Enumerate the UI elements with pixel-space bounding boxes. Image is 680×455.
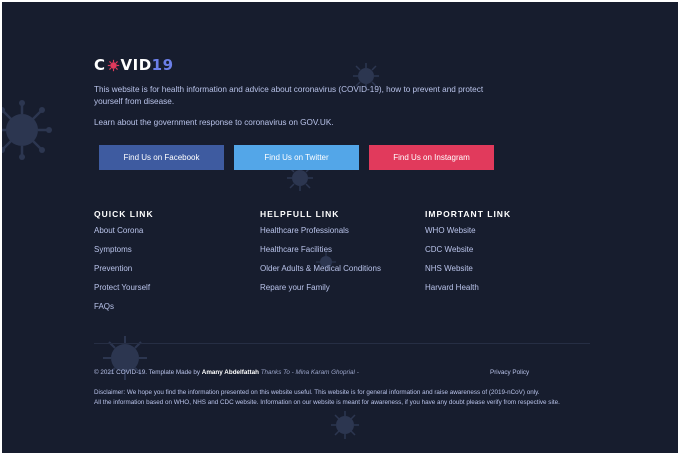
footer-link-harvard[interactable]: Harvard Health xyxy=(425,283,511,302)
virus-icon xyxy=(103,336,147,380)
footer-link-faqs[interactable]: FAQs xyxy=(94,302,154,321)
column-title: HELPFULL LINK xyxy=(260,209,340,219)
logo-number: 19 xyxy=(151,56,174,74)
footer-link-healthcare-facilities[interactable]: Healthcare Facilities xyxy=(260,245,381,264)
column-title: IMPORTANT LINK xyxy=(425,209,512,219)
column-title: QUICK LINK xyxy=(94,209,154,219)
copyright-label: © 2021 COVID-19. Template Made by xyxy=(94,369,201,376)
copyright-text: © 2021 COVID-19. Template Made by Amany … xyxy=(94,369,359,376)
about-description: This website is for health information a… xyxy=(94,85,484,106)
logo-text-suffix: VID xyxy=(120,56,152,74)
footer-link-protect-yourself[interactable]: Protect Yourself xyxy=(94,283,154,302)
footer-link-repare-family[interactable]: Repare your Family xyxy=(260,283,381,302)
quick-links-column: QUICK LINK About Corona Symptoms Prevent… xyxy=(94,209,154,321)
virus-icon xyxy=(331,411,359,439)
footer-link-healthcare-professionals[interactable]: Healthcare Professionals xyxy=(260,226,381,245)
logo-text-prefix: C xyxy=(94,56,106,74)
footer-link-prevention[interactable]: Prevention xyxy=(94,264,154,283)
footer-section: C VID 19 This website is for health info… xyxy=(2,2,678,453)
important-links-column: IMPORTANT LINK WHO Website CDC Website N… xyxy=(425,209,511,302)
gov-link-text[interactable]: Learn about the government response to c… xyxy=(94,118,334,127)
footer-link-cdc[interactable]: CDC Website xyxy=(425,245,511,264)
privacy-policy-link[interactable]: Privacy Policy xyxy=(490,369,529,376)
instagram-button[interactable]: Find Us on Instagram xyxy=(369,145,494,170)
footer-link-nhs[interactable]: NHS Website xyxy=(425,264,511,283)
footer-link-about-corona[interactable]: About Corona xyxy=(94,226,154,245)
disclaimer-line-1: Disclaimer: We hope you find the informa… xyxy=(94,389,540,396)
disclaimer-line-2: All the information based on WHO, NHS an… xyxy=(94,398,560,406)
author-name[interactable]: Amany Abdelfattah xyxy=(202,369,259,376)
twitter-button[interactable]: Find Us on Twitter xyxy=(234,145,359,170)
virus-icon xyxy=(2,100,52,160)
helpful-links-column: HELPFULL LINK Healthcare Professionals H… xyxy=(260,209,381,302)
virus-logo-icon xyxy=(107,59,119,71)
footer-divider xyxy=(94,343,590,344)
thanks-text: Thanks To - Mina Karam Ghoprial - xyxy=(260,369,359,376)
footer-link-older-adults[interactable]: Older Adults & Medical Conditions xyxy=(260,264,381,283)
footer-link-symptoms[interactable]: Symptoms xyxy=(94,245,154,264)
facebook-button[interactable]: Find Us on Facebook xyxy=(99,145,224,170)
footer-link-who[interactable]: WHO Website xyxy=(425,226,511,245)
site-logo[interactable]: C VID 19 xyxy=(94,56,174,74)
disclaimer: Disclaimer: We hope you find the informa… xyxy=(94,388,654,407)
